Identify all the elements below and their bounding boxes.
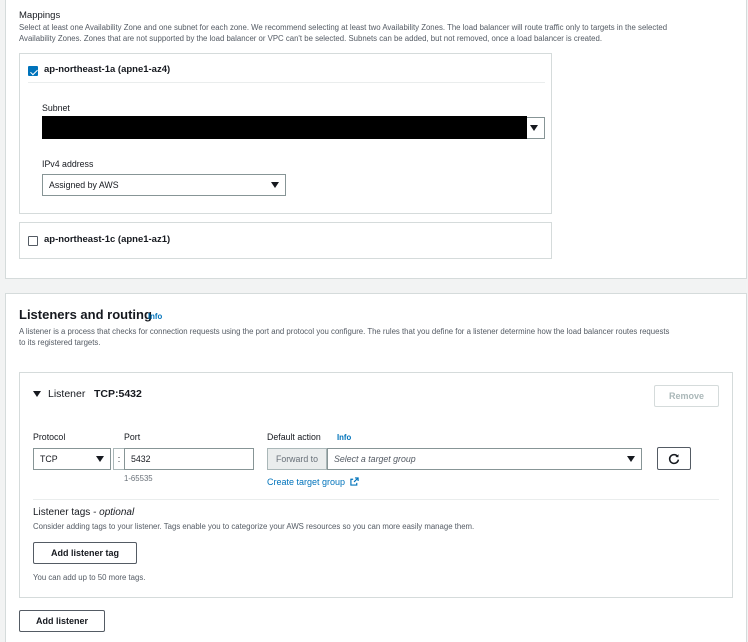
create-target-group-link[interactable]: Create target group — [267, 477, 359, 487]
listener-tags-title-text: Listener tags — [33, 507, 91, 518]
listener-tags-title: Listener tags - optional — [33, 507, 134, 518]
protocol-value: TCP — [40, 454, 58, 464]
caret-down-icon[interactable] — [33, 391, 41, 397]
listener-label: Listener — [48, 388, 86, 400]
protocol-label: Protocol — [33, 432, 66, 442]
mappings-description-line-2: Availability Zones. Zones that are not s… — [19, 34, 603, 43]
protocol-select[interactable]: TCP — [33, 448, 111, 470]
target-group-select[interactable]: Select a target group — [327, 448, 642, 470]
chevron-down-icon — [96, 456, 104, 462]
target-group-placeholder: Select a target group — [334, 454, 416, 464]
mappings-panel: Mappings Select at least one Availabilit… — [5, 0, 747, 279]
redacted-subnet-value — [42, 116, 527, 139]
port-input[interactable]: 5432 — [124, 448, 254, 470]
listener-card: Listener TCP:5432 Remove Protocol TCP : … — [19, 372, 733, 598]
port-label: Port — [124, 432, 141, 442]
port-hint: 1-65535 — [124, 474, 153, 483]
listeners-panel: Listeners and routing Info A listener is… — [5, 293, 747, 642]
forward-to-addon: Forward to — [267, 448, 327, 470]
ipv4-select[interactable]: Assigned by AWS — [42, 174, 286, 196]
mappings-label: Mappings — [19, 10, 61, 21]
default-action-info-link[interactable]: Info — [337, 433, 351, 442]
zone-label: ap-northeast-1c (apne1-az1) — [44, 234, 171, 245]
default-action-label: Default action — [267, 432, 321, 442]
listeners-title: Listeners and routing — [19, 307, 152, 322]
zone-checkbox-apne1-az1[interactable] — [28, 236, 38, 246]
create-target-group-text: Create target group — [267, 477, 346, 487]
listener-name: TCP:5432 — [94, 388, 142, 400]
zone-card-apne1-az4: ap-northeast-1a (apne1-az4) Subnet IPv4 … — [19, 53, 552, 214]
chevron-down-icon — [530, 125, 538, 131]
listeners-description-line-2: to its registered targets. — [19, 338, 101, 347]
listeners-info-link[interactable]: Info — [148, 312, 162, 321]
subnet-label: Subnet — [42, 103, 70, 113]
external-link-icon — [349, 477, 359, 486]
listener-tags-description: Consider adding tags to your listener. T… — [33, 522, 475, 531]
listeners-description: A listener is a process that checks for … — [19, 326, 741, 348]
port-value: 5432 — [131, 454, 151, 464]
mappings-description: Select at least one Availability Zone an… — [19, 22, 739, 44]
add-listener-tag-button[interactable]: Add listener tag — [33, 542, 137, 564]
ipv4-value: Assigned by AWS — [49, 180, 119, 190]
refresh-icon — [668, 453, 680, 464]
zone-divider — [28, 82, 545, 83]
listener-tags-optional: - optional — [93, 507, 135, 518]
zone-card-apne1-az1: ap-northeast-1c (apne1-az1) — [19, 222, 552, 259]
chevron-down-icon — [627, 456, 635, 462]
listener-tags-hint: You can add up to 50 more tags. — [33, 573, 146, 582]
ipv4-label: IPv4 address — [42, 159, 94, 169]
remove-listener-button[interactable]: Remove — [654, 385, 719, 407]
listeners-description-line-1: A listener is a process that checks for … — [19, 327, 670, 336]
zone-checkbox-apne1-az4[interactable] — [28, 66, 38, 76]
chevron-down-icon — [271, 182, 279, 188]
add-listener-button[interactable]: Add listener — [19, 610, 105, 632]
mappings-description-line-1: Select at least one Availability Zone an… — [19, 23, 668, 32]
refresh-button[interactable] — [657, 447, 691, 470]
listener-divider — [33, 499, 719, 500]
zone-label: ap-northeast-1a (apne1-az4) — [44, 64, 171, 75]
